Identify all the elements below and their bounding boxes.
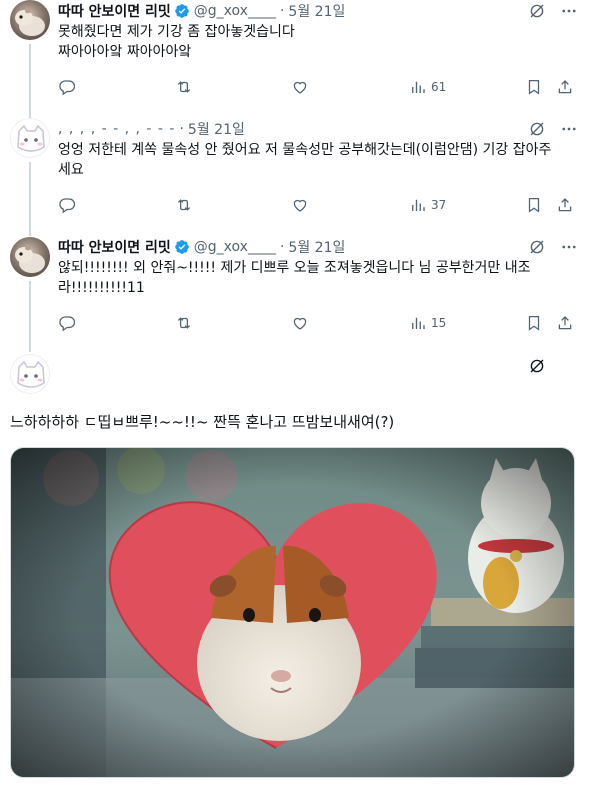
- tweet-2[interactable]: , , , , - - , , - - - · 5월 21일 엉엉 저한테 계쏙…: [0, 118, 589, 236]
- heart-icon: [293, 199, 307, 212]
- views-icon: [412, 317, 425, 329]
- views-count: 15: [431, 316, 447, 330]
- post-date[interactable]: 5월 21일: [288, 1, 345, 21]
- post-date[interactable]: 5월 21일: [188, 119, 245, 139]
- retweet-button[interactable]: [175, 313, 193, 333]
- reply-button[interactable]: [58, 313, 76, 333]
- author-handle[interactable]: @g_xox____: [194, 3, 276, 19]
- share-button[interactable]: [556, 313, 574, 333]
- more-icon[interactable]: [560, 2, 578, 20]
- tweet-text-line: 못해줬다면 제가 기강 좀 잡아놓겟습니다: [58, 24, 295, 40]
- tweet-text-line: 않되!!!!!!!! 외 안줘~!!!!! 제가 디쁘루 오늘 조져놓겟읍니다 …: [58, 260, 531, 276]
- bookmark-icon: [528, 79, 540, 95]
- reply-button[interactable]: [58, 195, 76, 215]
- bookmark-icon: [528, 197, 540, 213]
- bookmark-button[interactable]: [525, 195, 543, 215]
- share-icon: [558, 198, 572, 212]
- grok-icon[interactable]: [528, 120, 546, 138]
- share-button[interactable]: [556, 77, 574, 97]
- more-icon[interactable]: [560, 120, 578, 138]
- verified-badge-icon: [174, 240, 189, 254]
- action-bar: 61: [58, 77, 578, 97]
- reply-icon: [59, 316, 76, 332]
- grok-icon[interactable]: [528, 238, 546, 256]
- views-button[interactable]: 37: [409, 195, 446, 215]
- heart-icon: [293, 317, 307, 330]
- more-icon[interactable]: [560, 238, 578, 256]
- grok-icon[interactable]: [528, 357, 546, 375]
- retweet-button[interactable]: [175, 195, 193, 215]
- action-bar: 37: [58, 195, 578, 215]
- retweet-icon: [177, 81, 191, 93]
- thread-line: [29, 162, 31, 236]
- avatar[interactable]: [10, 118, 50, 158]
- bookmark-button[interactable]: [525, 77, 543, 97]
- bookmark-button[interactable]: [525, 313, 543, 333]
- retweet-icon: [177, 317, 191, 329]
- hamster-avatar-image: [15, 245, 45, 273]
- tweet-text: 엉엉 저한테 계쏙 물속성 안 줬어요 저 물속성만 공부해갓는데(이럼안댐) …: [58, 140, 578, 180]
- grok-icon[interactable]: [528, 2, 546, 20]
- like-button[interactable]: [291, 195, 309, 215]
- post-photo[interactable]: [10, 447, 575, 778]
- bookmark-icon: [528, 315, 540, 331]
- action-bar: 15: [58, 313, 578, 333]
- tweet-text: 않되!!!!!!!! 외 안줘~!!!!! 제가 디쁘루 오늘 조져놓겟읍니다 …: [58, 258, 578, 298]
- share-button[interactable]: [556, 195, 574, 215]
- views-button[interactable]: 15: [409, 313, 446, 333]
- tweet-header: 따따 안보이면 리밋 @g_xox____ · 5월 21일: [58, 1, 345, 21]
- avatar[interactable]: [10, 354, 50, 394]
- retweet-button[interactable]: [175, 77, 193, 97]
- thread-line: [29, 281, 31, 352]
- guinea-pig-heart-image: [11, 448, 574, 777]
- views-icon: [412, 199, 425, 211]
- author-handle[interactable]: @g_xox____: [194, 239, 276, 255]
- retweet-icon: [177, 199, 191, 211]
- share-icon: [558, 316, 572, 330]
- author-name[interactable]: 따따 안보이면 리밋: [58, 1, 171, 21]
- tweet-text: 못해줬다면 제가 기강 좀 잡아놓겟습니다 짜아아아앜 짜아아아앜: [58, 22, 578, 62]
- hamster-avatar-image: [15, 8, 45, 36]
- like-button[interactable]: [291, 313, 309, 333]
- thread-line: [29, 44, 31, 118]
- tweet-header: 따따 안보이면 리밋 @g_xox____ · 5월 21일: [58, 237, 345, 257]
- views-button[interactable]: 61: [409, 77, 446, 97]
- reply-icon: [59, 80, 76, 96]
- like-button[interactable]: [291, 77, 309, 97]
- main-post-text: 느하하하하 ㄷ띱ㅂ쁘루!~~!!~ 짠뜩 혼나고 뜨밤보내새여(?): [10, 413, 395, 431]
- separator-dot: ·: [279, 3, 285, 19]
- share-icon: [558, 80, 572, 94]
- tweet-text-line: 짜아아아앜 짜아아아앜: [58, 44, 192, 60]
- views-icon: [412, 81, 425, 93]
- author-name[interactable]: 따따 안보이면 리밋: [58, 237, 171, 257]
- avatar[interactable]: [10, 0, 50, 40]
- ghost-avatar-image: [17, 360, 45, 388]
- tweet-text-line: 엉엉 저한테 계쏙 물속성 안 줬어요 저 물속성만 공부해갓는데(이럼안댐) …: [58, 142, 552, 158]
- separator-dot: ·: [279, 239, 285, 255]
- reply-icon: [59, 198, 76, 214]
- redacted-author: , , , , - - , , - - -: [58, 121, 176, 137]
- tweet-header: , , , , - - , , - - - · 5월 21일: [58, 119, 245, 139]
- post-date[interactable]: 5월 21일: [288, 237, 345, 257]
- tweet-text-line: 세요: [58, 162, 84, 178]
- tweet-1[interactable]: 따따 안보이면 리밋 @g_xox____ · 5월 21일 못해줬다면 제가 …: [0, 0, 589, 118]
- avatar[interactable]: [10, 237, 50, 277]
- heart-icon: [293, 81, 307, 94]
- reply-button[interactable]: [58, 77, 76, 97]
- separator-dot: ·: [179, 121, 184, 137]
- tweet-text-line: 라!!!!!!!!!!11: [58, 280, 145, 296]
- views-count: 37: [431, 198, 447, 212]
- verified-badge-icon: [174, 4, 189, 18]
- ghost-avatar-image: [17, 124, 45, 152]
- views-count: 61: [431, 80, 447, 94]
- tweet-3[interactable]: 따따 안보이면 리밋 @g_xox____ · 5월 21일 않되!!!!!!!…: [0, 237, 589, 352]
